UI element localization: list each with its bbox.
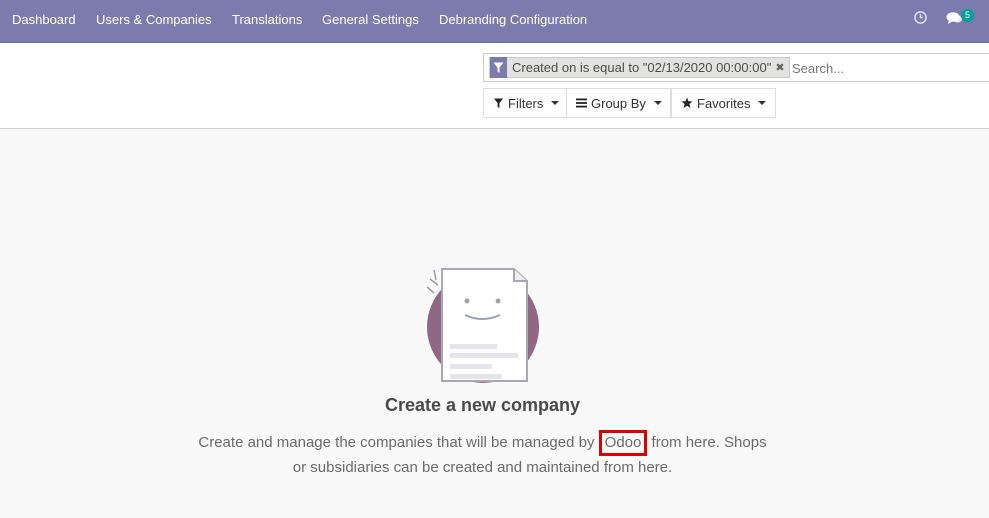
caret-down-icon [653,101,662,105]
top-navbar: Dashboard Users & Companies Translations… [0,0,989,43]
filter-icon [493,97,504,109]
search-box: Created on is equal to "02/13/2020 00:00… [483,53,989,82]
caret-down-icon [758,101,767,105]
menu-users-companies[interactable]: Users & Companies [96,12,212,27]
menu-translations[interactable]: Translations [232,12,302,27]
main-content: Create a new company Create and manage t… [0,129,989,518]
menu-dashboard[interactable]: Dashboard [12,12,76,27]
highlighted-brand-name: Odoo [598,430,648,456]
star-icon [681,97,693,109]
clock-icon[interactable] [913,10,928,28]
group-by-button[interactable]: Group By [566,88,671,118]
group-by-label: Group By [591,95,646,111]
help-text-before: Create and manage the companies that wil… [198,434,595,451]
filters-button[interactable]: Filters [483,88,567,118]
filter-icon [490,57,507,78]
favorites-label: Favorites [697,95,751,111]
facet-label: Created on is equal to "02/13/2020 00:00… [512,60,772,75]
empty-document-illustration [420,249,550,394]
filters-label: Filters [508,95,544,111]
search-input[interactable] [792,59,987,77]
empty-state-title: Create a new company [384,395,581,415]
menu-debranding-configuration[interactable]: Debranding Configuration [439,12,587,27]
control-panel: Created on is equal to "02/13/2020 00:00… [0,43,989,129]
bars-icon [576,98,587,108]
empty-state-text: Create and manage the companies that wil… [190,430,775,479]
menu-general-settings[interactable]: General Settings [322,12,419,27]
caret-down-icon [551,101,560,105]
search-facet: Created on is equal to "02/13/2020 00:00… [489,57,790,78]
favorites-button[interactable]: Favorites [671,88,776,118]
remove-facet-icon[interactable]: ✖ [775,61,788,74]
messaging-count-badge: 5 [961,9,974,22]
